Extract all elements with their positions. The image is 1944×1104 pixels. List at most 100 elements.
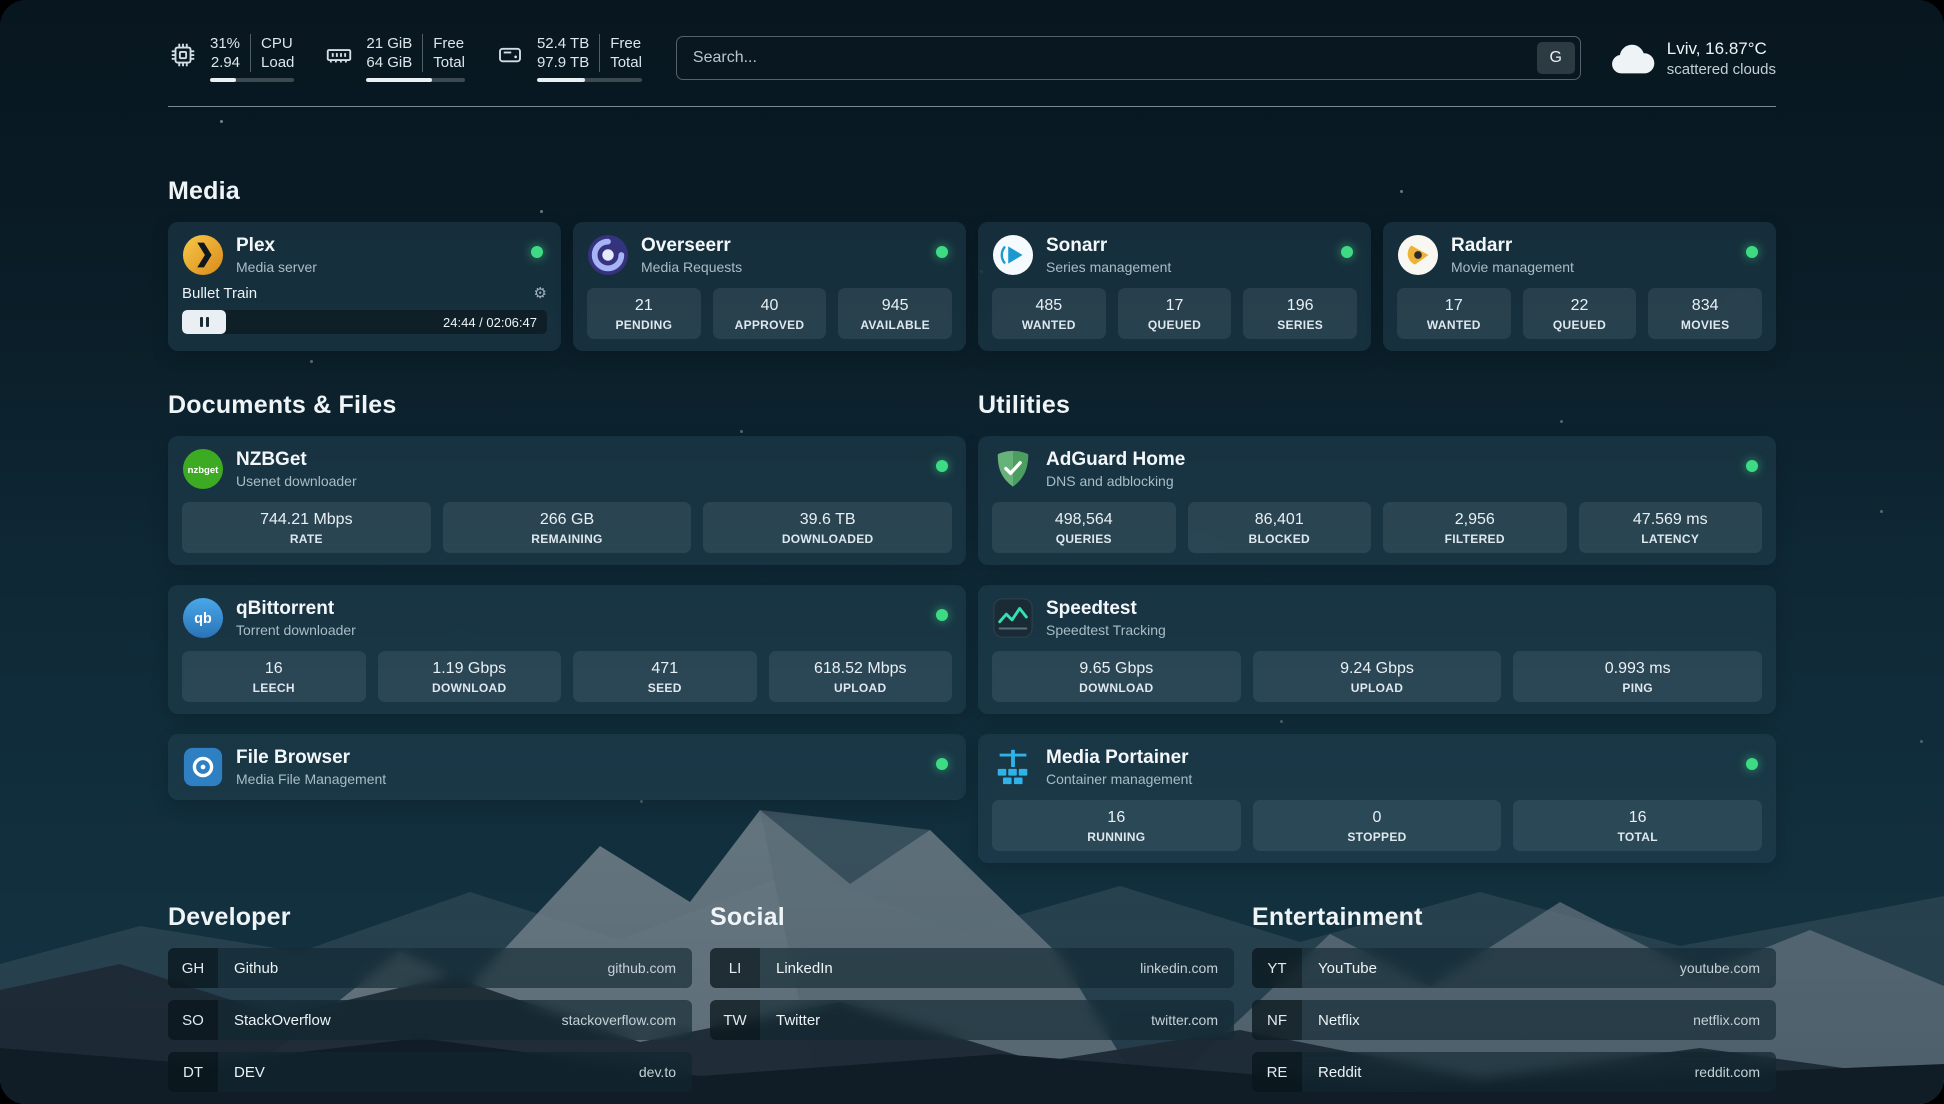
status-dot	[936, 758, 948, 770]
stat-leech: 16 LEECH	[182, 651, 366, 702]
service-card-radarr[interactable]: Radarr Movie management 17 WANTED 22 QUE…	[1383, 222, 1776, 351]
service-name: AdGuard Home	[1046, 448, 1185, 471]
section-documents: Documents & Files nzbget NZBGet Usenet d…	[168, 391, 966, 800]
utilities-section-title: Utilities	[978, 391, 1776, 420]
bookmark-github[interactable]: GH Github github.com	[168, 948, 692, 988]
bookmark-linkedin[interactable]: LI LinkedIn linkedin.com	[710, 948, 1234, 988]
stat-upload: 618.52 Mbps UPLOAD	[769, 651, 953, 702]
bookmark-twitter[interactable]: TW Twitter twitter.com	[710, 1000, 1234, 1040]
stat-download: 1.19 Gbps DOWNLOAD	[378, 651, 562, 702]
memory-total-label: Total	[422, 53, 465, 72]
service-name: Sonarr	[1046, 234, 1171, 257]
portainer-icon	[992, 746, 1034, 788]
social-section-title: Social	[710, 903, 1234, 932]
search-input[interactable]	[676, 36, 1581, 80]
service-name: Speedtest	[1046, 597, 1166, 620]
disk-free-label: Free	[599, 34, 642, 53]
bookmark-dev[interactable]: DT DEV dev.to	[168, 1052, 692, 1092]
playback-progress-bar[interactable]: 24:44 / 02:06:47	[182, 310, 547, 334]
bookmark-netflix[interactable]: NF Netflix netflix.com	[1252, 1000, 1776, 1040]
stat-seed: 471 SEED	[573, 651, 757, 702]
stat-upload: 9.24 Gbps UPLOAD	[1253, 651, 1502, 702]
dashboard-screen: 31% CPU 2.94 Load 21	[0, 0, 1944, 1104]
pause-icon[interactable]	[182, 310, 226, 334]
cpu-widget: 31% CPU 2.94 Load	[168, 34, 294, 82]
memory-icon	[324, 40, 354, 70]
search-provider-button[interactable]: G	[1537, 42, 1575, 74]
disk-total-value: 97.9 TB	[537, 53, 599, 72]
service-name: Media Portainer	[1046, 746, 1192, 769]
cloud-icon	[1609, 41, 1655, 75]
search-bar: G	[676, 36, 1581, 80]
service-desc: Series management	[1046, 258, 1171, 276]
memory-total-value: 64 GiB	[366, 53, 422, 72]
service-card-overseerr[interactable]: Overseerr Media Requests 21 PENDING 40 A…	[573, 222, 966, 351]
weather-condition: scattered clouds	[1667, 60, 1776, 79]
service-card-nzbget[interactable]: nzbget NZBGet Usenet downloader 744.21 M…	[168, 436, 966, 565]
service-desc: Media server	[236, 258, 317, 276]
service-card-qbittorrent[interactable]: qb qBittorrent Torrent downloader 16 LEE…	[168, 585, 966, 714]
bookmark-group-developer: Developer GH Github github.com SO StackO…	[168, 903, 692, 1092]
now-playing-title: Bullet Train	[182, 285, 257, 302]
cpu-usage-bar	[210, 78, 294, 82]
service-card-sonarr[interactable]: Sonarr Series management 485 WANTED 17 Q…	[978, 222, 1371, 351]
bookmark-reddit[interactable]: RE Reddit reddit.com	[1252, 1052, 1776, 1092]
status-dot	[936, 460, 948, 472]
service-name: Overseerr	[641, 234, 742, 257]
service-name: File Browser	[236, 746, 386, 769]
status-dot	[936, 609, 948, 621]
status-dot	[1746, 758, 1758, 770]
bookmark-group-social: Social LI LinkedIn linkedin.com TW Twitt…	[710, 903, 1234, 1040]
top-bar: 31% CPU 2.94 Load 21	[168, 34, 1776, 82]
memory-widget: 21 GiB Free 64 GiB Total	[324, 34, 465, 82]
stat-running: 16 RUNNING	[992, 800, 1241, 851]
bookmark-abbr: LI	[710, 948, 760, 988]
entertainment-section-title: Entertainment	[1252, 903, 1776, 932]
service-name: Plex	[236, 234, 317, 257]
svg-text:nzbget: nzbget	[188, 465, 220, 476]
service-desc: Movie management	[1451, 258, 1574, 276]
stat-queries: 498,564 QUERIES	[992, 502, 1176, 553]
status-dot	[1746, 246, 1758, 258]
stat-rate: 744.21 Mbps RATE	[182, 502, 431, 553]
radarr-icon	[1397, 234, 1439, 276]
cpu-label: CPU	[250, 34, 294, 53]
service-desc: Usenet downloader	[236, 472, 357, 490]
status-dot	[1341, 246, 1353, 258]
bookmark-stackoverflow[interactable]: SO StackOverflow stackoverflow.com	[168, 1000, 692, 1040]
status-dot	[1746, 460, 1758, 472]
service-card-adguard[interactable]: AdGuard Home DNS and adblocking 498,564 …	[978, 436, 1776, 565]
memory-usage-bar	[366, 78, 465, 82]
stat-queued: 17 QUEUED	[1118, 288, 1232, 339]
bookmark-youtube[interactable]: YT YouTube youtube.com	[1252, 948, 1776, 988]
service-desc: Media File Management	[236, 770, 386, 788]
system-metrics: 31% CPU 2.94 Load 21	[168, 34, 642, 82]
weather-widget[interactable]: Lviv, 16.87°C scattered clouds	[1609, 38, 1776, 79]
stat-wanted: 485 WANTED	[992, 288, 1106, 339]
stat-ping: 0.993 ms PING	[1513, 651, 1762, 702]
weather-location: Lviv, 16.87°C	[1667, 38, 1776, 59]
gear-icon[interactable]: ⚙	[534, 284, 547, 302]
documents-section-title: Documents & Files	[168, 391, 966, 420]
service-card-portainer[interactable]: Media Portainer Container management 16 …	[978, 734, 1776, 863]
service-desc: Media Requests	[641, 258, 742, 276]
service-card-filebrowser[interactable]: File Browser Media File Management	[168, 734, 966, 800]
header-divider	[168, 106, 1776, 107]
bookmark-abbr: YT	[1252, 948, 1302, 988]
plex-icon	[182, 234, 224, 276]
stat-queued: 22 QUEUED	[1523, 288, 1637, 339]
service-card-speedtest[interactable]: Speedtest Speedtest Tracking 9.65 Gbps D…	[978, 585, 1776, 714]
svg-text:qb: qb	[194, 611, 212, 627]
adguard-icon	[992, 448, 1034, 490]
stat-downloaded: 39.6 TB DOWNLOADED	[703, 502, 952, 553]
stat-remaining: 266 GB REMAINING	[443, 502, 692, 553]
stat-download: 9.65 Gbps DOWNLOAD	[992, 651, 1241, 702]
stat-total: 16 TOTAL	[1513, 800, 1762, 851]
disk-usage-bar	[537, 78, 642, 82]
status-dot	[936, 246, 948, 258]
section-utilities: Utilities AdGuard Home DNS and adbloc	[978, 391, 1776, 863]
service-card-plex[interactable]: Plex Media server Bullet Train ⚙ 24:44 /…	[168, 222, 561, 351]
memory-free-value: 21 GiB	[366, 34, 422, 53]
media-section-title: Media	[168, 177, 1776, 206]
section-media: Media Plex Media server	[168, 177, 1776, 351]
